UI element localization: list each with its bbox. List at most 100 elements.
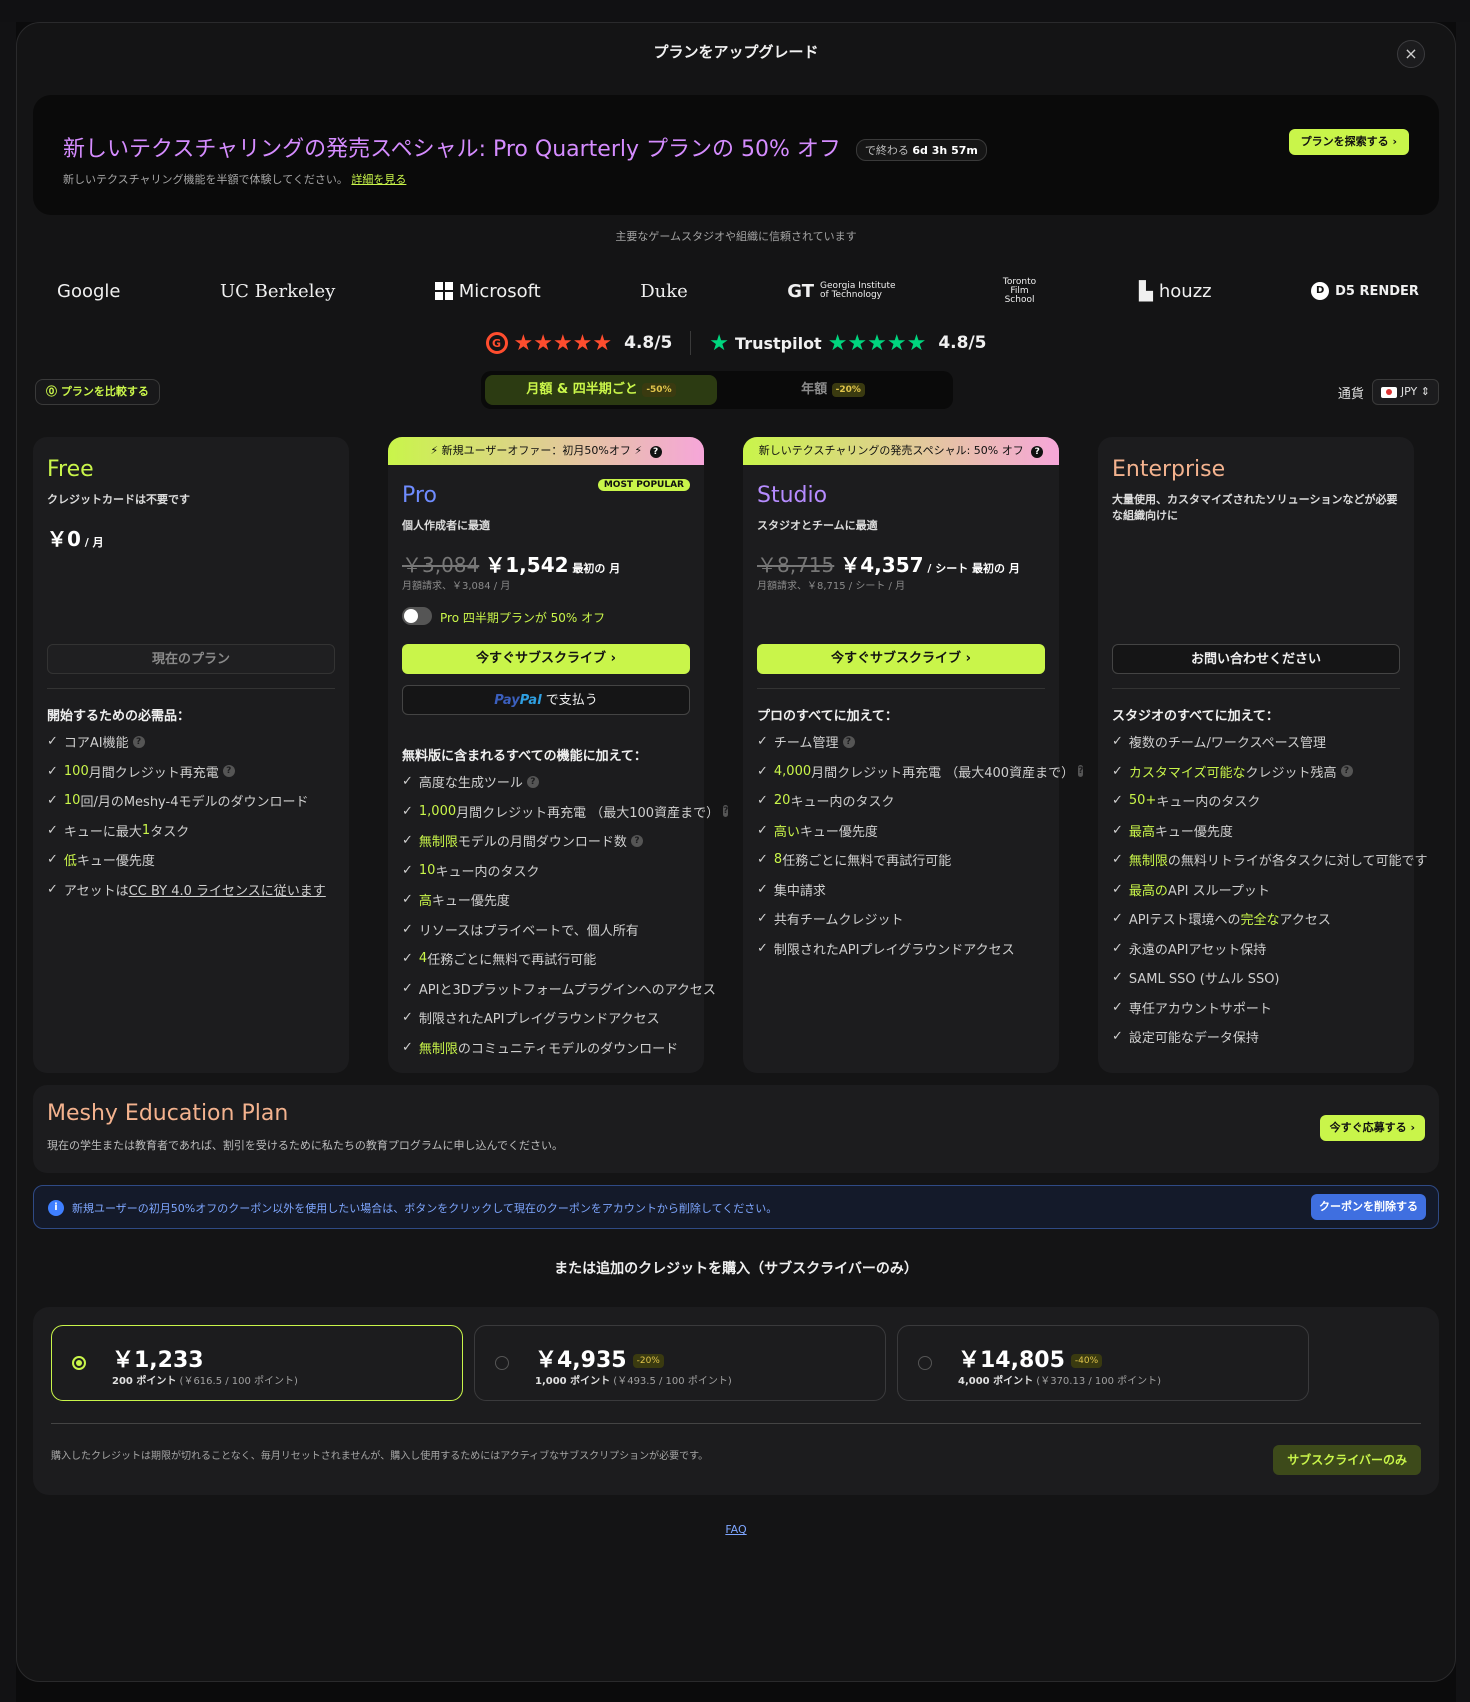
plan-card-free: Free クレジットカードは不要です ￥0 / 月 現在のプラン 開始するための… — [33, 437, 349, 1073]
billing-yearly-option[interactable]: 年額 -20% — [717, 375, 949, 405]
close-button[interactable]: × — [1397, 40, 1425, 68]
feature-text: キュー内のタスク — [1156, 795, 1261, 811]
list-item: ✓ 集中請求 — [757, 875, 1055, 905]
compare-plans-button[interactable]: ⓪ プランを比較する — [35, 379, 160, 405]
plan-desc-studio: スタジオとチームに最適 — [757, 519, 878, 532]
help-icon[interactable]: ? — [649, 446, 662, 458]
radio-selected[interactable] — [72, 1356, 86, 1370]
paypal-logo-b: Pal — [519, 693, 542, 708]
credit-option-2[interactable]: ￥4,935 -20% 1,000 ポイント (￥493.5 / 100 ポイント… — [474, 1325, 886, 1401]
currency-dropdown[interactable]: JPY ⇕ — [1371, 379, 1439, 405]
check-icon: ✓ — [1112, 970, 1123, 986]
license-link[interactable]: CC BY 4.0 ライセンスに従います — [129, 880, 326, 899]
help-icon[interactable]: ? — [1031, 446, 1044, 458]
logo-houzz-text: houzz — [1158, 280, 1212, 302]
help-icon[interactable]: ? — [842, 735, 855, 748]
plan-price-studio: ￥8,715 ￥4,357 / シート 最初の 月 — [757, 549, 1020, 578]
help-icon[interactable]: ? — [723, 805, 729, 818]
help-icon[interactable]: ? — [222, 765, 235, 778]
remove-coupon-button[interactable]: クーポンを削除する — [1311, 1194, 1426, 1220]
check-icon: ✓ — [47, 734, 58, 750]
radio-unselected[interactable] — [495, 1356, 509, 1370]
help-icon[interactable]: ? — [526, 775, 539, 788]
billing-toggle: 月額 & 四半期ごと -50% 年額 -20% — [481, 371, 953, 409]
plan-price-pro: ￥3,084 ￥1,542 最初の 月 — [402, 549, 620, 578]
promo-subtitle: 新しいテクスチャリング機能を半額で体験してください。 詳細を見る — [63, 171, 406, 187]
help-icon[interactable]: ? — [630, 834, 643, 847]
paypal-button[interactable]: PayPal で支払う — [402, 685, 690, 715]
list-item: ✓ 高い キュー優先度 — [757, 816, 1055, 846]
feature-prefix: APIテスト環境への — [1128, 913, 1241, 929]
check-icon: ✓ — [47, 822, 58, 838]
quarterly-toggle[interactable] — [402, 607, 432, 625]
list-item: ✓ 1,000 月間クレジット再充電 （最大100資産まで）? — [402, 797, 729, 827]
feature-text: のコミュニティモデルのダウンロード — [457, 1041, 679, 1057]
points-value: 4,000 ポイント — [958, 1376, 1034, 1387]
feature-text: 月間クレジット再充電 （最大100資産まで） — [456, 805, 720, 821]
plan-card-studio: 新しいテクスチャリングの発売スペシャル: 50% オフ ? Studio スタジ… — [743, 437, 1084, 1073]
billing-monthly-option[interactable]: 月額 & 四半期ごと -50% — [485, 375, 717, 405]
current-plan-button[interactable]: 現在のプラン — [47, 644, 335, 674]
billing-monthly-label: 月額 & 四半期ごと — [526, 382, 638, 397]
logo-d5-render-text: D5 RENDER — [1335, 283, 1419, 299]
explore-plans-button[interactable]: プランを探索する › — [1288, 129, 1409, 155]
credit-price-value: ￥4,935 — [535, 1348, 627, 1373]
points-value: 200 ポイント — [112, 1376, 177, 1387]
price-value: ￥4,357 — [840, 553, 924, 577]
list-item: ✓ チーム管理? — [757, 727, 1055, 757]
logo-microsoft-text: Microsoft — [458, 280, 541, 302]
subscribers-only-button[interactable]: サブスクライバーのみ — [1273, 1445, 1421, 1475]
check-icon: ✓ — [757, 881, 768, 897]
subscribe-button-pro[interactable]: 今すぐサブスクライブ › — [402, 644, 690, 674]
list-item: ✓ 最高の API スループット — [1112, 875, 1410, 905]
feature-text: 設定可能なデータ保持 — [1128, 1031, 1259, 1047]
radio-unselected[interactable] — [918, 1356, 932, 1370]
apply-now-button[interactable]: 今すぐ応募する › — [1319, 1115, 1425, 1141]
features-title-free: 開始するための必需品： — [47, 709, 191, 724]
plan-banner-pro: ⚡ 新規ユーザーオファー：初月50%オフ ⚡ ? — [388, 437, 704, 465]
feature-highlight: 無制限 — [418, 1041, 458, 1057]
price-unit: / 月 — [80, 536, 104, 549]
logo-houzz: ▙ houzz — [1139, 281, 1212, 302]
feature-text: キュー優先度 — [1154, 824, 1233, 840]
subscribe-button-studio[interactable]: 今すぐサブスクライブ › — [757, 644, 1045, 674]
promo-banner: 新しいテクスチャリングの発売スペシャル: Pro Quarterly プランの … — [33, 95, 1439, 215]
plan-desc-pro: 個人作成者に最適 — [402, 519, 490, 532]
check-icon: ✓ — [1112, 734, 1123, 750]
help-icon[interactable]: ? — [1340, 765, 1353, 778]
g2-icon: G — [485, 332, 508, 354]
list-item: ✓ 無制限 のコミュニティモデルのダウンロード — [402, 1033, 700, 1063]
check-icon: ✓ — [1112, 881, 1123, 897]
feature-text: リソースはプライベートで、個人所有 — [418, 923, 639, 939]
credit-points: 1,000 ポイント (￥493.5 / 100 ポイント) — [535, 1372, 732, 1387]
points-rate: (￥493.5 / 100 ポイント) — [610, 1376, 732, 1387]
ratings-divider — [690, 331, 692, 355]
check-icon: ✓ — [757, 734, 768, 750]
feature-highlight: 無制限 — [1128, 854, 1168, 870]
logo-uc-berkeley: UC Berkeley — [219, 280, 336, 302]
modal-title: プランをアップグレード — [653, 43, 819, 61]
help-icon[interactable]: ? — [132, 735, 145, 748]
faq-link[interactable]: FAQ — [17, 1523, 1455, 1536]
help-icon[interactable]: ? — [1078, 765, 1084, 778]
points-rate: (￥616.5 / 100 ポイント) — [176, 1376, 298, 1387]
logo-microsoft: Microsoft — [434, 280, 541, 302]
feature-text: キュー優先度 — [431, 894, 510, 910]
credit-option-1[interactable]: ￥1,233 200 ポイント (￥616.5 / 100 ポイント) — [51, 1325, 463, 1401]
feature-highlight: 10 — [63, 793, 81, 809]
list-item: ✓ アセットは CC BY 4.0 ライセンスに従います — [47, 875, 345, 905]
feature-highlight: 低 — [63, 854, 77, 870]
banner-text: 新しいテクスチャリングの発売スペシャル: 50% オフ — [758, 444, 1024, 457]
feature-list-enterprise: ✓ 複数のチーム/ワークスペース管理 ✓ カスタマイズ可能な クレジット残高? ✓ 5… — [1112, 727, 1428, 1052]
feature-text: クレジット残高 — [1245, 765, 1337, 781]
check-icon: ✓ — [402, 1039, 413, 1055]
promo-details-link[interactable]: 詳細を見る — [351, 173, 406, 186]
contact-us-button[interactable]: お問い合わせください — [1112, 644, 1400, 674]
logo-georgia-tech: GT Georgia Institute of Technology — [787, 281, 900, 302]
credit-option-3[interactable]: ￥14,805 -40% 4,000 ポイント (￥370.13 / 100 ポイ… — [897, 1325, 1309, 1401]
feature-text: 高度な生成ツール — [418, 776, 523, 792]
feature-highlight: 完全な — [1240, 913, 1280, 929]
feature-text: 複数のチーム/ワークスペース管理 — [1128, 736, 1326, 752]
feature-highlight: 4,000 — [773, 763, 812, 779]
list-item: ✓ 複数のチーム/ワークスペース管理 — [1112, 727, 1410, 757]
